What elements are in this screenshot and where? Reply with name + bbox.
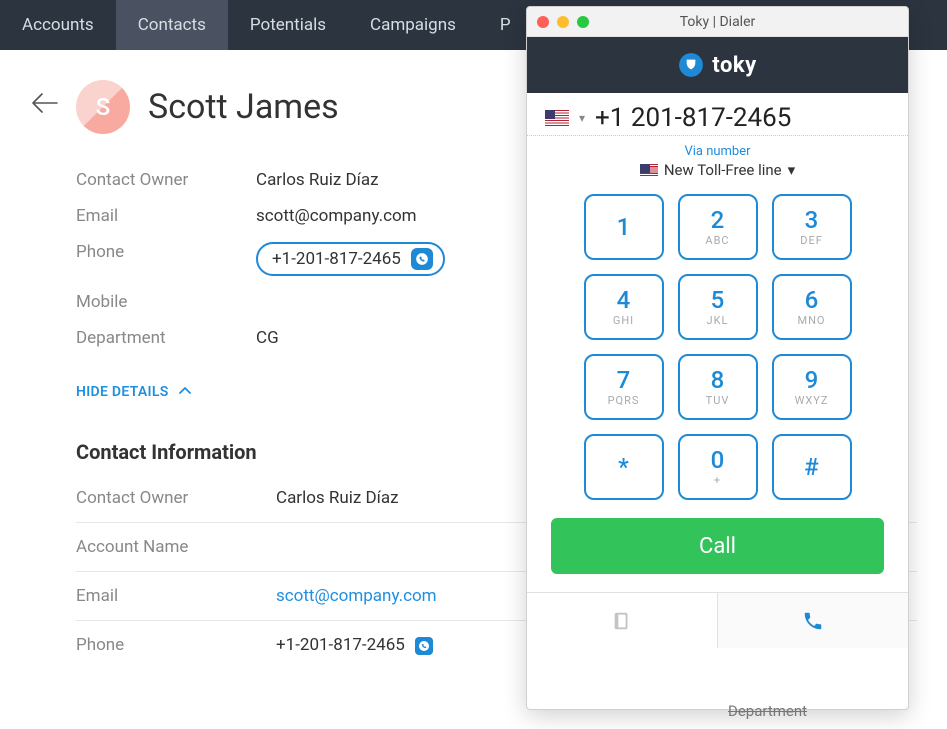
key-digit: 9 — [805, 368, 819, 392]
field-value: Carlos Ruiz Díaz — [256, 170, 379, 190]
dialer-brand-header: toky — [527, 37, 908, 93]
key-letters: WXYZ — [795, 394, 829, 407]
key-digit: 3 — [805, 208, 819, 232]
field-value: CG — [256, 328, 279, 348]
key-digit: 5 — [711, 288, 725, 312]
dialer-bottom-tabs — [527, 592, 908, 648]
field-value: Carlos Ruiz Díaz — [276, 488, 399, 508]
hide-details-label: HIDE DETAILS — [76, 384, 169, 400]
keypad-key-6[interactable]: 6 MNO — [772, 274, 852, 340]
country-dropdown[interactable]: ▾ — [579, 111, 585, 125]
via-label: Via number — [527, 144, 908, 159]
contacts-tab[interactable] — [527, 592, 718, 648]
minimize-window-button[interactable] — [557, 16, 569, 28]
keypad-key-#[interactable]: # — [772, 434, 852, 500]
key-letters: + — [714, 474, 721, 487]
phone-call-pill[interactable]: +1-201-817-2465 — [256, 242, 445, 276]
key-letters: GHI — [613, 314, 634, 327]
back-arrow-icon[interactable] — [30, 88, 58, 669]
call-button[interactable]: Call — [551, 518, 884, 574]
keypad-key-8[interactable]: 8 TUV — [678, 354, 758, 420]
field-label: Phone — [76, 635, 276, 655]
phone-number: +1-201-817-2465 — [272, 249, 401, 269]
keypad-key-7[interactable]: 7 PQRS — [584, 354, 664, 420]
keypad-key-9[interactable]: 9 WXYZ — [772, 354, 852, 420]
email-link[interactable]: scott@company.com — [276, 586, 437, 606]
obscured-text: Department — [728, 702, 807, 720]
key-letters: PQRS — [608, 394, 640, 407]
key-letters: DEF — [800, 234, 823, 247]
window-controls — [537, 16, 589, 28]
phone-number: +1-201-817-2465 — [276, 635, 405, 655]
titlebar: Toky | Dialer — [527, 7, 908, 37]
key-letters: MNO — [797, 314, 825, 327]
chevron-down-icon: ▾ — [788, 161, 796, 179]
field-value: +1-201-817-2465 — [276, 635, 433, 655]
keypad-key-1[interactable]: 1 — [584, 194, 664, 260]
key-digit: 0 — [711, 448, 725, 472]
contacts-icon — [611, 610, 633, 632]
dial-input-row: ▾ +1 201-817-2465 — [527, 93, 908, 136]
close-window-button[interactable] — [537, 16, 549, 28]
keypad-key-2[interactable]: 2 ABC — [678, 194, 758, 260]
nav-tab-accounts[interactable]: Accounts — [0, 0, 116, 50]
field-label: Contact Owner — [76, 488, 276, 508]
avatar: S — [76, 80, 130, 134]
key-digit: 6 — [805, 288, 819, 312]
chevron-up-icon — [179, 384, 191, 400]
keypad-key-0[interactable]: 0+ — [678, 434, 758, 500]
field-label: Contact Owner — [76, 170, 256, 190]
maximize-window-button[interactable] — [577, 16, 589, 28]
field-value: scott@company.com — [256, 206, 417, 226]
field-label: Department — [76, 328, 256, 348]
key-digit: 8 — [711, 368, 725, 392]
contact-name: Scott James — [148, 87, 339, 127]
us-flag-icon — [545, 110, 569, 126]
keypad-key-4[interactable]: 4 GHI — [584, 274, 664, 340]
nav-tab-campaigns[interactable]: Campaigns — [348, 0, 478, 50]
avatar-initial: S — [96, 93, 111, 121]
via-line-dropdown[interactable]: New Toll-Free line ▾ — [640, 161, 795, 179]
via-line-name: New Toll-Free line — [664, 161, 782, 179]
key-letters: TUV — [706, 394, 730, 407]
key-digit: # — [804, 455, 818, 479]
keypad-key-3[interactable]: 3 DEF — [772, 194, 852, 260]
field-label: Email — [76, 206, 256, 226]
toky-icon[interactable] — [415, 637, 433, 655]
nav-tab-potentials[interactable]: Potentials — [228, 0, 348, 50]
dial-number-input[interactable]: +1 201-817-2465 — [595, 103, 890, 133]
nav-tab-more[interactable]: P — [478, 0, 533, 50]
phone-icon — [802, 610, 824, 632]
key-digit: * — [618, 455, 629, 479]
keypad-key-5[interactable]: 5 JKL — [678, 274, 758, 340]
toky-icon — [411, 248, 433, 270]
hide-details-toggle[interactable]: HIDE DETAILS — [76, 384, 191, 400]
us-flag-icon — [640, 164, 658, 176]
via-number-section: Via number New Toll-Free line ▾ — [527, 136, 908, 188]
field-label: Mobile — [76, 292, 256, 312]
field-label: Account Name — [76, 537, 276, 557]
key-digit: 7 — [617, 368, 631, 392]
nav-tab-contacts[interactable]: Contacts — [116, 0, 228, 50]
call-button-label: Call — [699, 534, 736, 559]
key-letters: JKL — [707, 314, 729, 327]
brand-text: toky — [712, 53, 756, 78]
key-digit: 4 — [617, 288, 631, 312]
dialer-tab[interactable] — [718, 592, 908, 648]
key-digit: 2 — [711, 208, 725, 232]
key-digit: 1 — [617, 215, 631, 239]
field-label: Phone — [76, 242, 256, 276]
dialer-window: Toky | Dialer toky ▾ +1 201-817-2465 Via… — [526, 6, 909, 710]
toky-logo-icon — [678, 52, 704, 78]
field-label: Email — [76, 586, 276, 606]
key-letters: ABC — [705, 234, 729, 247]
keypad-key-*[interactable]: * — [584, 434, 664, 500]
keypad: 12ABC3DEF4GHI5JKL6MNO7PQRS8TUV9WXYZ*0+# — [527, 188, 908, 514]
